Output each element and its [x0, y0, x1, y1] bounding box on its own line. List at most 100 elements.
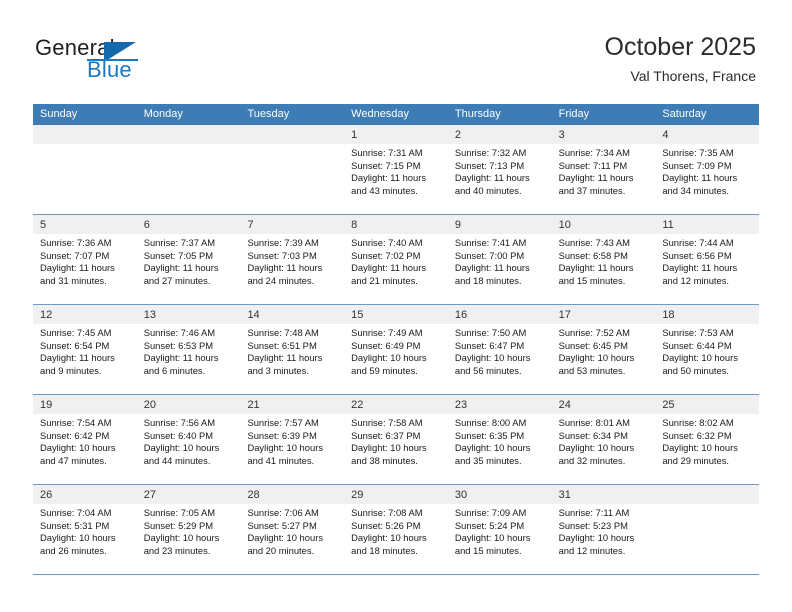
day-cell[interactable]: 9 Sunrise: 7:41 AM Sunset: 7:00 PM Daylight…	[447, 215, 552, 304]
day-cell[interactable]: 24 Sunrise: 8:01 AM Sunset: 6:34 PM Dayligh…	[551, 395, 656, 484]
sunrise-text: Sunrise: 7:41 AM	[454, 237, 527, 248]
sunrise-text: Sunrise: 8:00 AM	[454, 417, 527, 428]
day-details: Sunrise: 7:56 AM Sunset: 6:40 PM Daylight:…	[137, 414, 241, 467]
sunrise-text: Sunrise: 7:58 AM	[351, 417, 423, 428]
day-cell[interactable]: 27 Sunrise: 7:05 AM Sunset: 5:29 PM Dayligh…	[136, 485, 241, 574]
day-number-band: 18	[655, 305, 760, 324]
day-cell[interactable]: 28 Sunrise: 7:06 AM Sunset: 5:27 PM Dayligh…	[240, 485, 345, 574]
sunrise-text: Sunrise: 8:02 AM	[662, 417, 734, 428]
day-number: 8	[351, 219, 358, 231]
weekday-header-sunday: Sunday	[40, 108, 78, 120]
day-cell[interactable]: 12 Sunrise: 7:45 AM Sunset: 6:54 PM Dayligh…	[33, 305, 137, 394]
day-details: Sunrise: 7:53 AM Sunset: 6:44 PM Daylight:…	[655, 324, 759, 377]
daylight-text-line2: and 27 minutes.	[143, 274, 211, 286]
day-cell[interactable]: 7 Sunrise: 7:39 AM Sunset: 7:03 PM Daylight…	[240, 215, 345, 304]
day-cell[interactable]: 3 Sunrise: 7:34 AM Sunset: 7:11 PM Daylight…	[551, 125, 656, 214]
day-cell[interactable]: 16 Sunrise: 7:50 AM Sunset: 6:47 PM Dayligh…	[447, 305, 552, 394]
weekday-header-monday: Monday	[143, 108, 183, 120]
day-cell[interactable]: 23 Sunrise: 8:00 AM Sunset: 6:35 PM Dayligh…	[447, 395, 552, 484]
day-number-band: 7	[240, 215, 345, 234]
day-number-band: 25	[655, 395, 760, 414]
day-cell[interactable]: 19 Sunrise: 7:54 AM Sunset: 6:42 PM Dayligh…	[33, 395, 137, 484]
sunset-text: Sunset: 6:56 PM	[662, 249, 732, 261]
daylight-text-line1: Daylight: 11 hours	[454, 172, 530, 184]
day-details: Sunrise: 7:39 AM Sunset: 7:03 PM Daylight:…	[240, 234, 344, 287]
sunset-text: Sunset: 5:23 PM	[558, 519, 628, 531]
day-details: Sunrise: 7:54 AM Sunset: 6:42 PM Daylight:…	[33, 414, 137, 467]
week-row: 1 Sunrise: 7:31 AM Sunset: 7:15 PM Daylight…	[33, 125, 760, 214]
day-number-band: 24	[551, 395, 656, 414]
day-cell[interactable]: 14 Sunrise: 7:48 AM Sunset: 6:51 PM Dayligh…	[240, 305, 345, 394]
sunset-text: Sunset: 5:24 PM	[454, 519, 525, 531]
day-cell[interactable]: 30 Sunrise: 7:09 AM Sunset: 5:24 PM Dayligh…	[447, 485, 552, 574]
day-cell[interactable]: 31 Sunrise: 7:11 AM Sunset: 5:23 PM Dayligh…	[551, 485, 656, 574]
day-number-band: 19	[33, 395, 137, 414]
day-cell[interactable]: 29 Sunrise: 7:08 AM Sunset: 5:26 PM Dayligh…	[344, 485, 448, 574]
sunset-text: Sunset: 6:37 PM	[351, 429, 421, 441]
day-number: 31	[558, 489, 571, 501]
day-cell[interactable]: 4 Sunrise: 7:35 AM Sunset: 7:09 PM Daylight…	[655, 125, 760, 214]
day-cell[interactable]: 25 Sunrise: 8:02 AM Sunset: 6:32 PM Dayligh…	[655, 395, 760, 484]
day-number-band: 8	[344, 215, 448, 234]
day-cell[interactable]: 1 Sunrise: 7:31 AM Sunset: 7:15 PM Daylight…	[344, 125, 448, 214]
sunset-text: Sunset: 6:45 PM	[558, 339, 628, 351]
day-number-band	[655, 485, 760, 504]
day-number: 1	[351, 129, 358, 141]
daylight-text-line2: and 40 minutes.	[454, 184, 522, 196]
sunset-text: Sunset: 7:05 PM	[143, 249, 214, 261]
sunrise-text: Sunrise: 7:09 AM	[454, 507, 527, 518]
day-cell[interactable]: 13 Sunrise: 7:46 AM Sunset: 6:53 PM Dayligh…	[136, 305, 241, 394]
sunrise-text: Sunrise: 7:44 AM	[662, 237, 734, 248]
sunrise-text: Sunrise: 7:57 AM	[247, 417, 319, 428]
day-cell[interactable]: 17 Sunrise: 7:52 AM Sunset: 6:45 PM Dayligh…	[551, 305, 656, 394]
daylight-text-line1: Daylight: 11 hours	[143, 352, 219, 364]
day-cell[interactable]: 2 Sunrise: 7:32 AM Sunset: 7:13 PM Daylight…	[447, 125, 552, 214]
day-cell[interactable]: 26 Sunrise: 7:04 AM Sunset: 5:31 PM Dayligh…	[33, 485, 137, 574]
day-details: Sunrise: 7:45 AM Sunset: 6:54 PM Daylight:…	[33, 324, 137, 377]
sunset-text: Sunset: 7:13 PM	[454, 159, 525, 171]
day-number: 9	[454, 219, 461, 231]
sunrise-text: Sunrise: 7:32 AM	[454, 147, 527, 158]
day-details: Sunrise: 8:01 AM Sunset: 6:34 PM Daylight:…	[552, 414, 656, 467]
daylight-text-line1: Daylight: 11 hours	[40, 352, 115, 364]
day-details: Sunrise: 7:31 AM Sunset: 7:15 PM Daylight:…	[344, 144, 448, 197]
day-cell[interactable]: 20 Sunrise: 7:56 AM Sunset: 6:40 PM Dayligh…	[136, 395, 241, 484]
daylight-text-line2: and 15 minutes.	[558, 274, 626, 286]
day-cell[interactable]: 5 Sunrise: 7:36 AM Sunset: 7:07 PM Daylight…	[33, 215, 137, 304]
sunset-text: Sunset: 5:26 PM	[351, 519, 421, 531]
day-number-band	[136, 125, 241, 144]
day-cell[interactable]: 15 Sunrise: 7:49 AM Sunset: 6:49 PM Dayligh…	[344, 305, 448, 394]
daylight-text-line2: and 41 minutes.	[247, 454, 315, 466]
weekday-header-row: Sunday Monday Tuesday Wednesday Thursday…	[33, 104, 759, 125]
daylight-text-line1: Daylight: 10 hours	[143, 442, 220, 454]
day-details: Sunrise: 7:49 AM Sunset: 6:49 PM Daylight:…	[344, 324, 448, 377]
daylight-text-line1: Daylight: 10 hours	[454, 352, 531, 364]
daylight-text-line1: Daylight: 11 hours	[351, 262, 427, 274]
day-cell[interactable]: 6 Sunrise: 7:37 AM Sunset: 7:05 PM Daylight…	[136, 215, 241, 304]
day-number: 11	[662, 219, 674, 231]
week-row: 12 Sunrise: 7:45 AM Sunset: 6:54 PM Dayligh…	[33, 304, 760, 394]
day-details: Sunrise: 7:46 AM Sunset: 6:53 PM Daylight:…	[137, 324, 241, 377]
day-cell[interactable]: 18 Sunrise: 7:53 AM Sunset: 6:44 PM Dayligh…	[655, 305, 760, 394]
calendar-grid: Sunday Monday Tuesday Wednesday Thursday…	[33, 104, 760, 575]
day-number-band: 3	[551, 125, 656, 144]
brand-logo[interactable]: General Blue	[35, 36, 265, 88]
sunrise-text: Sunrise: 7:04 AM	[40, 507, 112, 518]
sunset-text: Sunset: 6:42 PM	[40, 429, 110, 441]
sunrise-text: Sunrise: 7:56 AM	[143, 417, 216, 428]
day-number-band	[240, 125, 345, 144]
day-number-band: 11	[655, 215, 760, 234]
day-cell[interactable]: 21 Sunrise: 7:57 AM Sunset: 6:39 PM Dayligh…	[240, 395, 345, 484]
day-cell[interactable]: 11 Sunrise: 7:44 AM Sunset: 6:56 PM Dayligh…	[655, 215, 760, 304]
sunset-text: Sunset: 6:58 PM	[558, 249, 628, 261]
daylight-text-line1: Daylight: 10 hours	[351, 352, 427, 364]
day-cell[interactable]: 8 Sunrise: 7:40 AM Sunset: 7:02 PM Daylight…	[344, 215, 448, 304]
day-number-band: 4	[655, 125, 760, 144]
day-cell[interactable]: 10 Sunrise: 7:43 AM Sunset: 6:58 PM Dayligh…	[551, 215, 656, 304]
day-cell[interactable]: 22 Sunrise: 7:58 AM Sunset: 6:37 PM Dayligh…	[344, 395, 448, 484]
sunrise-text: Sunrise: 7:34 AM	[558, 147, 630, 158]
day-number-band: 27	[136, 485, 241, 504]
daylight-text-line2: and 50 minutes.	[662, 364, 730, 376]
sunset-text: Sunset: 6:47 PM	[454, 339, 525, 351]
day-details: Sunrise: 7:36 AM Sunset: 7:07 PM Daylight:…	[33, 234, 137, 287]
